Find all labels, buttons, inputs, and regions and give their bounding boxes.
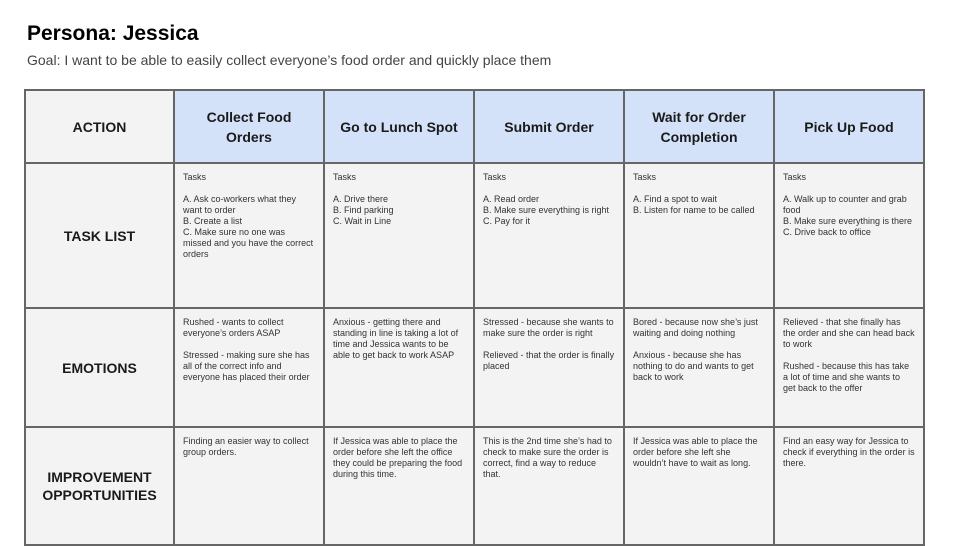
journey-cell: Stressed - because she wants to make sur… [473,307,625,428]
stage-header: Go to Lunch Spot [323,89,475,164]
journey-cell: Tasks A. Find a spot to wait B. Listen f… [623,162,775,309]
journey-cell: Relieved - that she finally has the orde… [773,307,925,428]
row-label: TASK LIST [24,162,175,309]
journey-cell: Finding an easier way to collect group o… [173,426,325,546]
journey-cell: Tasks A. Drive there B. Find parking C. … [323,162,475,309]
journey-cell: If Jessica was able to place the order b… [623,426,775,546]
journey-cell: Tasks A. Walk up to counter and grab foo… [773,162,925,309]
journey-cell: Rushed - wants to collect everyone’s ord… [173,307,325,428]
stage-header: Collect Food Orders [173,89,325,164]
journey-cell: Anxious - getting there and standing in … [323,307,475,428]
persona-goal: Goal: I want to be able to easily collec… [27,52,552,68]
journey-cell: Tasks A. Ask co-workers what they want t… [173,162,325,309]
journey-cell: If Jessica was able to place the order b… [323,426,475,546]
persona-title: Persona: Jessica [27,22,199,45]
row-label: IMPROVEMENT OPPORTUNITIES [24,426,175,546]
stage-header: Pick Up Food [773,89,925,164]
journey-cell: This is the 2nd time she’s had to check … [473,426,625,546]
row-label: EMOTIONS [24,307,175,428]
journey-cell: Bored - because now she’s just waiting a… [623,307,775,428]
stage-header: Submit Order [473,89,625,164]
task-list-row: TASK LIST Tasks A. Ask co-workers what th… [24,162,925,309]
action-header: ACTION [24,89,175,164]
journey-cell: Find an easy way for Jessica to check if… [773,426,925,546]
stage-header-row: ACTION Collect Food Orders Go to Lunch S… [24,89,925,164]
stage-header: Wait for Order Completion [623,89,775,164]
improvement-opportunities-row: IMPROVEMENT OPPORTUNITIES Finding an easi… [24,426,925,546]
journey-cell: Tasks A. Read order B. Make sure everyth… [473,162,625,309]
emotions-row: EMOTIONS Rushed - wants to collect everyo… [24,307,925,428]
journey-map-table: ACTION Collect Food Orders Go to Lunch S… [24,89,925,546]
